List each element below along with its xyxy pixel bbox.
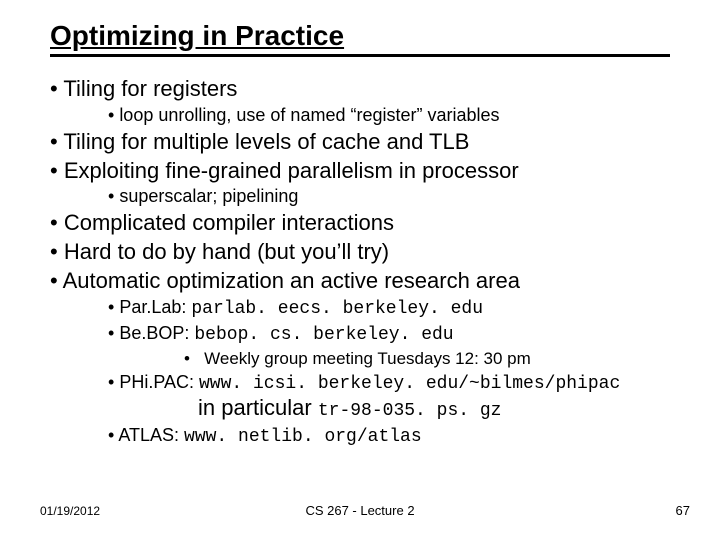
label: Par.Lab: bbox=[119, 297, 191, 317]
url-text: www. netlib. org/atlas bbox=[184, 427, 422, 447]
label: ATLAS: bbox=[118, 425, 184, 445]
subbullet-parlab: Par.Lab: parlab. eecs. berkeley. edu bbox=[108, 297, 682, 321]
label: Be.BOP: bbox=[119, 323, 194, 343]
url-text: www. icsi. berkeley. edu/~bilmes/phipac bbox=[199, 374, 620, 394]
bullet-tiling-cache: Tiling for multiple levels of cache and … bbox=[50, 129, 682, 156]
filename: tr-98-035. ps. gz bbox=[318, 401, 502, 421]
slide: Optimizing in Practice Tiling for regist… bbox=[0, 0, 720, 540]
bullet-text: Automatic optimization an active researc… bbox=[63, 268, 520, 293]
subsub-meeting: Weekly group meeting Tuesdays 12: 30 pm bbox=[184, 349, 682, 370]
bullet-parallelism: Exploiting fine-grained parallelism in p… bbox=[50, 158, 682, 209]
subbullet-phipac: PHi.PAC: www. icsi. berkeley. edu/~bilme… bbox=[108, 372, 682, 424]
subbullet-atlas: ATLAS: www. netlib. org/atlas bbox=[108, 425, 682, 449]
phipac-line2: in particular tr-98-035. ps. gz bbox=[198, 395, 682, 423]
footer-course: CS 267 - Lecture 2 bbox=[0, 503, 720, 518]
url-text: parlab. eecs. berkeley. edu bbox=[191, 299, 483, 319]
url-text: bebop. cs. berkeley. edu bbox=[194, 325, 453, 345]
title-underline: Optimizing in Practice bbox=[50, 20, 670, 57]
slide-body: Tiling for registers loop unrolling, use… bbox=[50, 74, 682, 449]
slide-title: Optimizing in Practice bbox=[50, 20, 344, 51]
bullet-auto-opt: Automatic optimization an active researc… bbox=[50, 268, 682, 449]
bullet-text: Tiling for registers bbox=[63, 76, 237, 101]
bullet-hard-by-hand: Hard to do by hand (but you’ll try) bbox=[50, 239, 682, 266]
bullet-list: Tiling for registers loop unrolling, use… bbox=[50, 76, 682, 449]
subbullet-bebop: Be.BOP: bebop. cs. berkeley. edu Weekly … bbox=[108, 323, 682, 370]
bullet-tiling-registers: Tiling for registers loop unrolling, use… bbox=[50, 76, 682, 127]
subbullet-loop-unrolling: loop unrolling, use of named “register” … bbox=[108, 105, 682, 127]
subbullet-superscalar: superscalar; pipelining bbox=[108, 186, 682, 208]
text: in particular bbox=[198, 395, 318, 420]
footer-page-number: 67 bbox=[676, 503, 690, 518]
bullet-text: Exploiting fine-grained parallelism in p… bbox=[64, 158, 519, 183]
label: PHi.PAC: bbox=[119, 372, 199, 392]
bullet-compiler: Complicated compiler interactions bbox=[50, 210, 682, 237]
